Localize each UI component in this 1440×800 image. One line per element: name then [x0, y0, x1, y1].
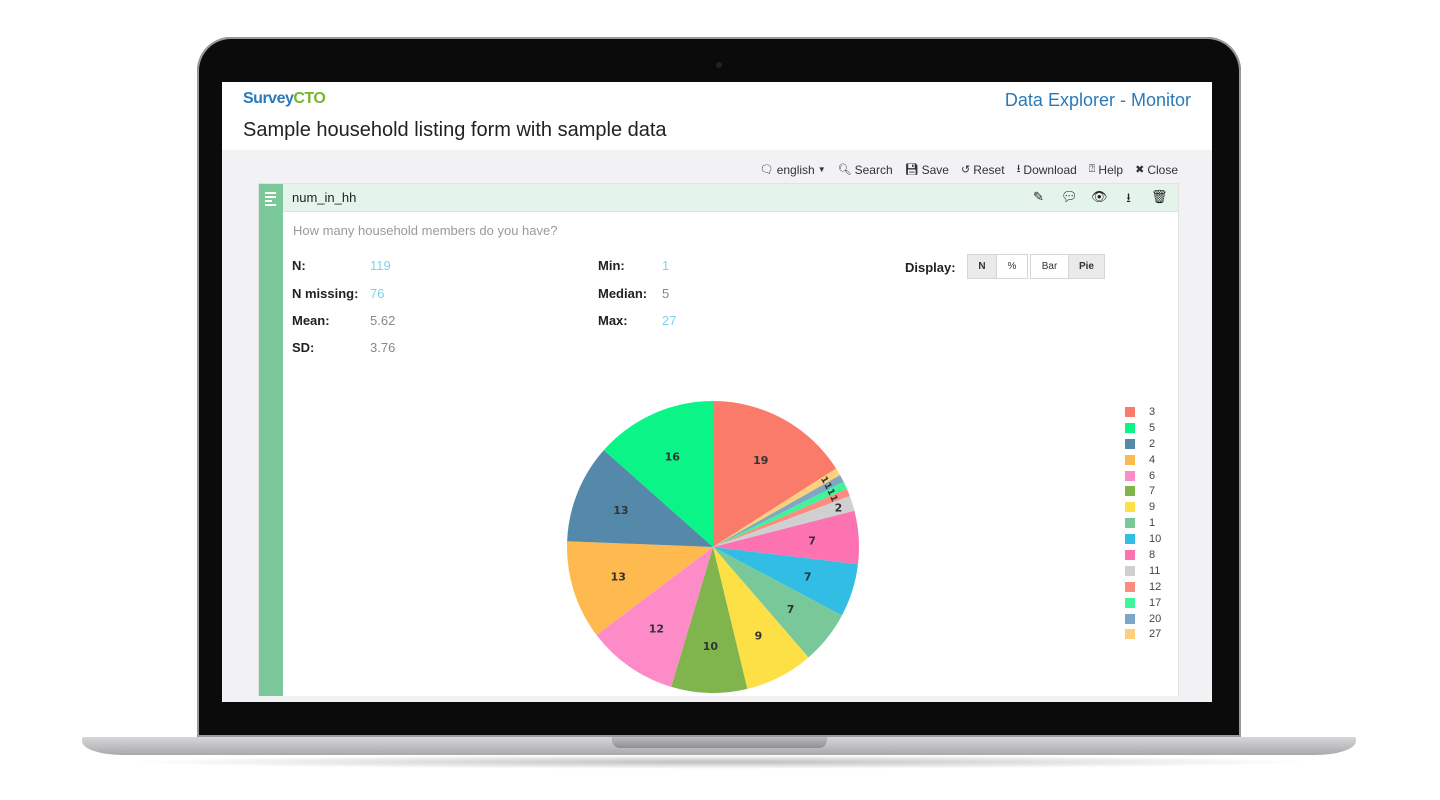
laptop-shadow: [120, 755, 1320, 769]
legend-label: 11: [1149, 564, 1161, 577]
camera: [716, 62, 722, 68]
help-button[interactable]: ⍰ Help: [1089, 160, 1123, 179]
legend-label: 12: [1149, 580, 1162, 593]
floppy-disk-icon: 💾︎: [904, 164, 919, 176]
legend-swatch: [1125, 438, 1135, 449]
surveycto-logo[interactable]: SurveyCTO: [243, 90, 326, 108]
legend-swatch: [1125, 629, 1135, 640]
laptop-notch: [612, 737, 827, 748]
pie-label-8: 7: [808, 534, 816, 547]
pie-label-1: 7: [787, 603, 795, 616]
legend-label: 27: [1149, 628, 1162, 641]
search-icon: 🔍︎: [837, 164, 852, 176]
legend-item-7[interactable]: 7: [1125, 483, 1161, 499]
pie-label-3: 19: [753, 454, 768, 467]
legend-swatch: [1125, 518, 1135, 529]
legend-swatch: [1125, 422, 1135, 433]
save-button[interactable]: 💾︎ Save: [905, 160, 949, 179]
help-icon: ⍰: [1088, 163, 1096, 175]
legend-item-2[interactable]: 2: [1125, 436, 1161, 452]
legend-item-4[interactable]: 4: [1125, 452, 1161, 468]
legend-swatch: [1125, 613, 1135, 624]
legend-swatch: [1125, 549, 1135, 560]
legend-swatch: [1125, 454, 1135, 465]
legend-item-20[interactable]: 20: [1125, 611, 1161, 627]
legend-label: 5: [1149, 421, 1156, 434]
legend-swatch: [1125, 581, 1135, 592]
language-dropdown[interactable]: 🗨 english ▼: [760, 160, 826, 179]
legend-label: 10: [1149, 533, 1162, 546]
legend-item-1[interactable]: 1: [1125, 515, 1161, 531]
top-bar: SurveyCTO Data Explorer - Monitor: [222, 82, 1212, 112]
legend-item-12[interactable]: 12: [1125, 579, 1161, 595]
legend-item-3[interactable]: 3: [1125, 404, 1161, 420]
legend-label: 4: [1149, 453, 1156, 466]
legend-label: 9: [1149, 501, 1156, 514]
legend-label: 17: [1149, 596, 1162, 609]
close-icon: ✖: [1135, 164, 1145, 176]
legend-item-6[interactable]: 6: [1125, 468, 1161, 484]
toolbar: 🗨 english ▼ 🔍︎ Search 💾︎ Save ↺ Reset ⭳ Downlo…: [760, 160, 1178, 179]
pie-label-5: 16: [665, 450, 681, 463]
legend-label: 2: [1149, 437, 1156, 450]
reset-button[interactable]: ↺ Reset: [961, 160, 1005, 179]
field-panel: num_in_hh ✎ 💬︎ 👁︎ ⭳ 🗑︎ How many househol…: [258, 183, 1179, 702]
legend-swatch: [1125, 502, 1135, 513]
pie-label-2: 13: [613, 504, 628, 517]
legend-swatch: [1125, 406, 1135, 417]
pie-chart: 191111277791012131316: [567, 401, 859, 693]
download-icon: ⭳: [1016, 163, 1021, 175]
pie-label-6: 12: [649, 623, 664, 636]
undo-icon: ↺: [960, 164, 971, 176]
screen: SurveyCTO Data Explorer - Monitor Sample…: [222, 82, 1212, 702]
app-title: Data Explorer - Monitor: [1004, 90, 1191, 110]
legend-label: 7: [1149, 485, 1156, 498]
legend-item-8[interactable]: 8: [1125, 547, 1161, 563]
title-bar: Sample household listing form with sampl…: [222, 112, 1212, 150]
speech-bubble-icon: 🗨: [759, 164, 774, 176]
legend-swatch: [1125, 470, 1135, 481]
legend-swatch: [1125, 534, 1135, 545]
legend-item-11[interactable]: 11: [1125, 563, 1161, 579]
legend-swatch: [1125, 597, 1135, 608]
form-title: Sample household listing form with sampl…: [243, 119, 667, 141]
chart-legend: 3 5 2 4 6 7 9 1 10 8 11 12 17 20 27: [1125, 404, 1161, 642]
pie-label-4: 13: [611, 571, 626, 584]
pie-label-7: 10: [703, 640, 719, 653]
legend-item-5[interactable]: 5: [1125, 420, 1161, 436]
bottom-strip: [222, 696, 1212, 702]
pie-label-11: 2: [835, 502, 843, 515]
legend-label: 20: [1149, 612, 1162, 625]
close-button[interactable]: ✖ Close: [1135, 160, 1178, 179]
download-button[interactable]: ⭳ Download: [1017, 160, 1077, 179]
pie-label-9: 9: [755, 629, 763, 642]
legend-item-9[interactable]: 9: [1125, 499, 1161, 515]
legend-label: 8: [1149, 548, 1156, 561]
legend-label: 1: [1149, 517, 1156, 530]
pie-label-10: 7: [804, 571, 812, 584]
caret-down-icon: ▼: [817, 165, 826, 174]
legend-label: 3: [1149, 405, 1156, 418]
legend-label: 6: [1149, 469, 1156, 482]
search-button[interactable]: 🔍︎ Search: [838, 160, 893, 179]
legend-item-27[interactable]: 27: [1125, 626, 1161, 642]
legend-item-10[interactable]: 10: [1125, 531, 1161, 547]
legend-swatch: [1125, 486, 1135, 497]
legend-swatch: [1125, 565, 1135, 576]
legend-item-17[interactable]: 17: [1125, 595, 1161, 611]
